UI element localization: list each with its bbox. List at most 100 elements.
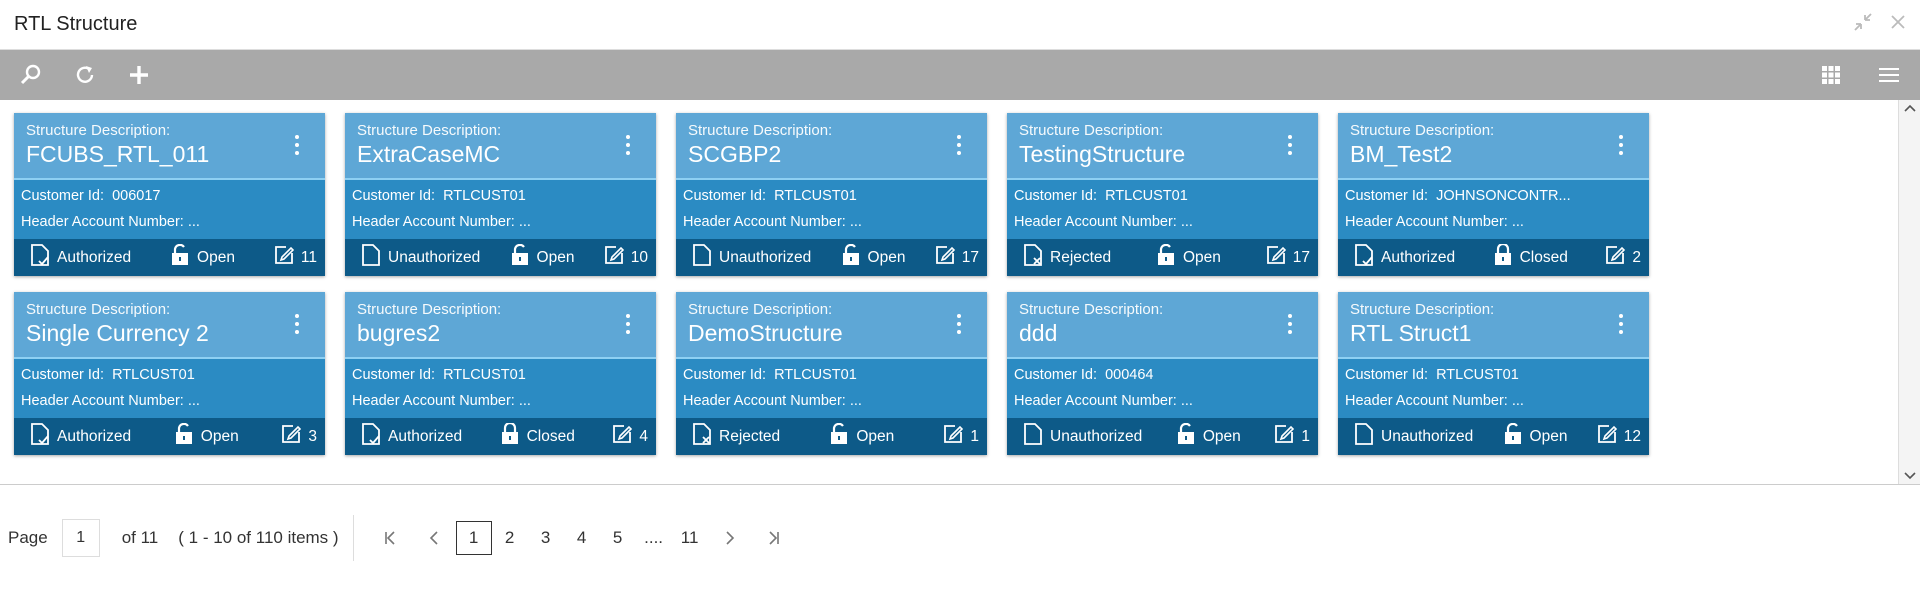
page-range: ( 1 - 10 of 110 items ) [178,528,339,547]
next-page-button[interactable] [715,521,745,555]
minimize-icon[interactable] [1852,11,1874,38]
open-lock-icon [170,243,190,271]
header-account-label: Header Account Number: [352,214,515,230]
structure-card[interactable]: Structure Description: TestingStructure … [1007,113,1318,276]
page-link[interactable]: 3 [528,521,564,555]
scroll-down-icon[interactable] [1903,472,1916,480]
customer-label: Customer Id: [1014,188,1097,204]
page-link[interactable]: 4 [564,521,600,555]
refresh-button[interactable] [70,60,100,90]
modification-count: 1 [1301,427,1310,445]
edit-icon [1274,424,1295,449]
close-icon[interactable] [1890,14,1906,35]
structure-card[interactable]: Structure Description: BM_Test2 Customer… [1338,113,1649,276]
auth-status: Rejected [1050,248,1112,266]
card-label: Structure Description: [1350,122,1495,139]
kebab-menu-icon[interactable] [1615,314,1627,334]
header-account: ... [187,214,200,230]
authorized-doc-icon [361,423,381,450]
last-page-button[interactable] [759,521,789,555]
grid-view-icon [1822,66,1840,84]
auth-status: Unauthorized [719,248,812,266]
card-title: RTL Struct1 [1350,320,1472,346]
kebab-menu-icon[interactable] [622,314,634,334]
customer-label: Customer Id: [1014,367,1097,383]
auth-status: Authorized [57,427,132,445]
header-account-label: Header Account Number: [683,393,846,409]
edit-icon [612,424,633,449]
structure-card[interactable]: Structure Description: bugres2 Customer … [345,292,656,455]
list-view-button[interactable] [1874,60,1904,90]
page-link[interactable]: 11 [672,521,708,555]
page-number-input[interactable]: 1 [61,519,100,557]
modification-count: 10 [630,248,648,266]
kebab-menu-icon[interactable] [1284,135,1296,155]
header-account-label: Header Account Number: [352,393,515,409]
modification-count: 17 [1292,248,1310,266]
authorized-doc-icon [30,423,50,450]
unauthorized-doc-icon [1023,423,1043,450]
card-label: Structure Description: [688,122,833,139]
record-status: Open [536,248,575,266]
customer-id: RTLCUST01 [443,367,526,383]
kebab-menu-icon[interactable] [953,314,965,334]
kebab-menu-icon[interactable] [953,135,965,155]
card-label: Structure Description: [1019,122,1164,139]
modification-count: 3 [308,427,317,445]
kebab-menu-icon[interactable] [622,135,634,155]
refresh-icon [76,66,94,83]
header-account-label: Header Account Number: [1345,214,1508,230]
card-label: Structure Description: [1350,301,1495,318]
structure-card[interactable]: Structure Description: SCGBP2 Customer I… [676,113,987,276]
kebab-menu-icon[interactable] [1284,314,1296,334]
toolbar [0,50,1920,100]
open-lock-icon [174,422,194,450]
first-page-button[interactable] [375,521,405,555]
kebab-menu-icon[interactable] [1615,135,1627,155]
vertical-scrollbar[interactable] [1898,100,1920,484]
modification-count: 11 [300,248,317,266]
header-account: ... [1180,393,1193,409]
structure-card[interactable]: Structure Description: FCUBS_RTL_011 Cus… [14,113,325,276]
customer-id: RTLCUST01 [1436,367,1519,383]
modification-count: 4 [639,427,648,445]
grid-view-button[interactable] [1816,60,1846,90]
structure-card[interactable]: Structure Description: DemoStructure Cus… [676,292,987,455]
auth-status: Authorized [388,427,463,445]
scroll-up-icon[interactable] [1903,104,1916,112]
header-account: ... [849,393,862,409]
prev-page-button[interactable] [419,521,449,555]
customer-id: RTLCUST01 [443,188,526,204]
page-link[interactable]: 2 [492,521,528,555]
open-lock-icon [1176,422,1196,450]
customer-label: Customer Id: [683,188,766,204]
modification-count: 1 [970,427,979,445]
edit-icon [943,424,964,449]
record-status: Open [856,427,895,445]
modification-count: 2 [1632,248,1641,266]
last-page-icon [769,531,779,545]
structure-card[interactable]: Structure Description: ddd Customer Id: … [1007,292,1318,455]
add-button[interactable] [124,60,154,90]
structure-card[interactable]: Structure Description: Single Currency 2… [14,292,325,455]
kebab-menu-icon[interactable] [291,135,303,155]
card-label: Structure Description: [357,301,502,318]
search-button[interactable] [16,60,46,90]
kebab-menu-icon[interactable] [291,314,303,334]
structure-card[interactable]: Structure Description: ExtraCaseMC Custo… [345,113,656,276]
card-label: Structure Description: [688,301,833,318]
window-titlebar: RTL Structure [0,0,1920,50]
structure-card[interactable]: Structure Description: RTL Struct1 Custo… [1338,292,1649,455]
page-link[interactable]: 1 [455,521,492,555]
record-status: Open [867,248,906,266]
modification-count: 12 [1623,427,1641,445]
header-account: ... [1511,393,1524,409]
auth-status: Unauthorized [1050,427,1143,445]
auth-status: Authorized [1381,248,1456,266]
card-title: FCUBS_RTL_011 [26,141,210,167]
unauthorized-doc-icon [1354,423,1374,450]
edit-icon [1605,245,1626,270]
customer-label: Customer Id: [352,367,435,383]
page-link[interactable]: 5 [600,521,636,555]
closed-lock-icon [1493,242,1513,271]
